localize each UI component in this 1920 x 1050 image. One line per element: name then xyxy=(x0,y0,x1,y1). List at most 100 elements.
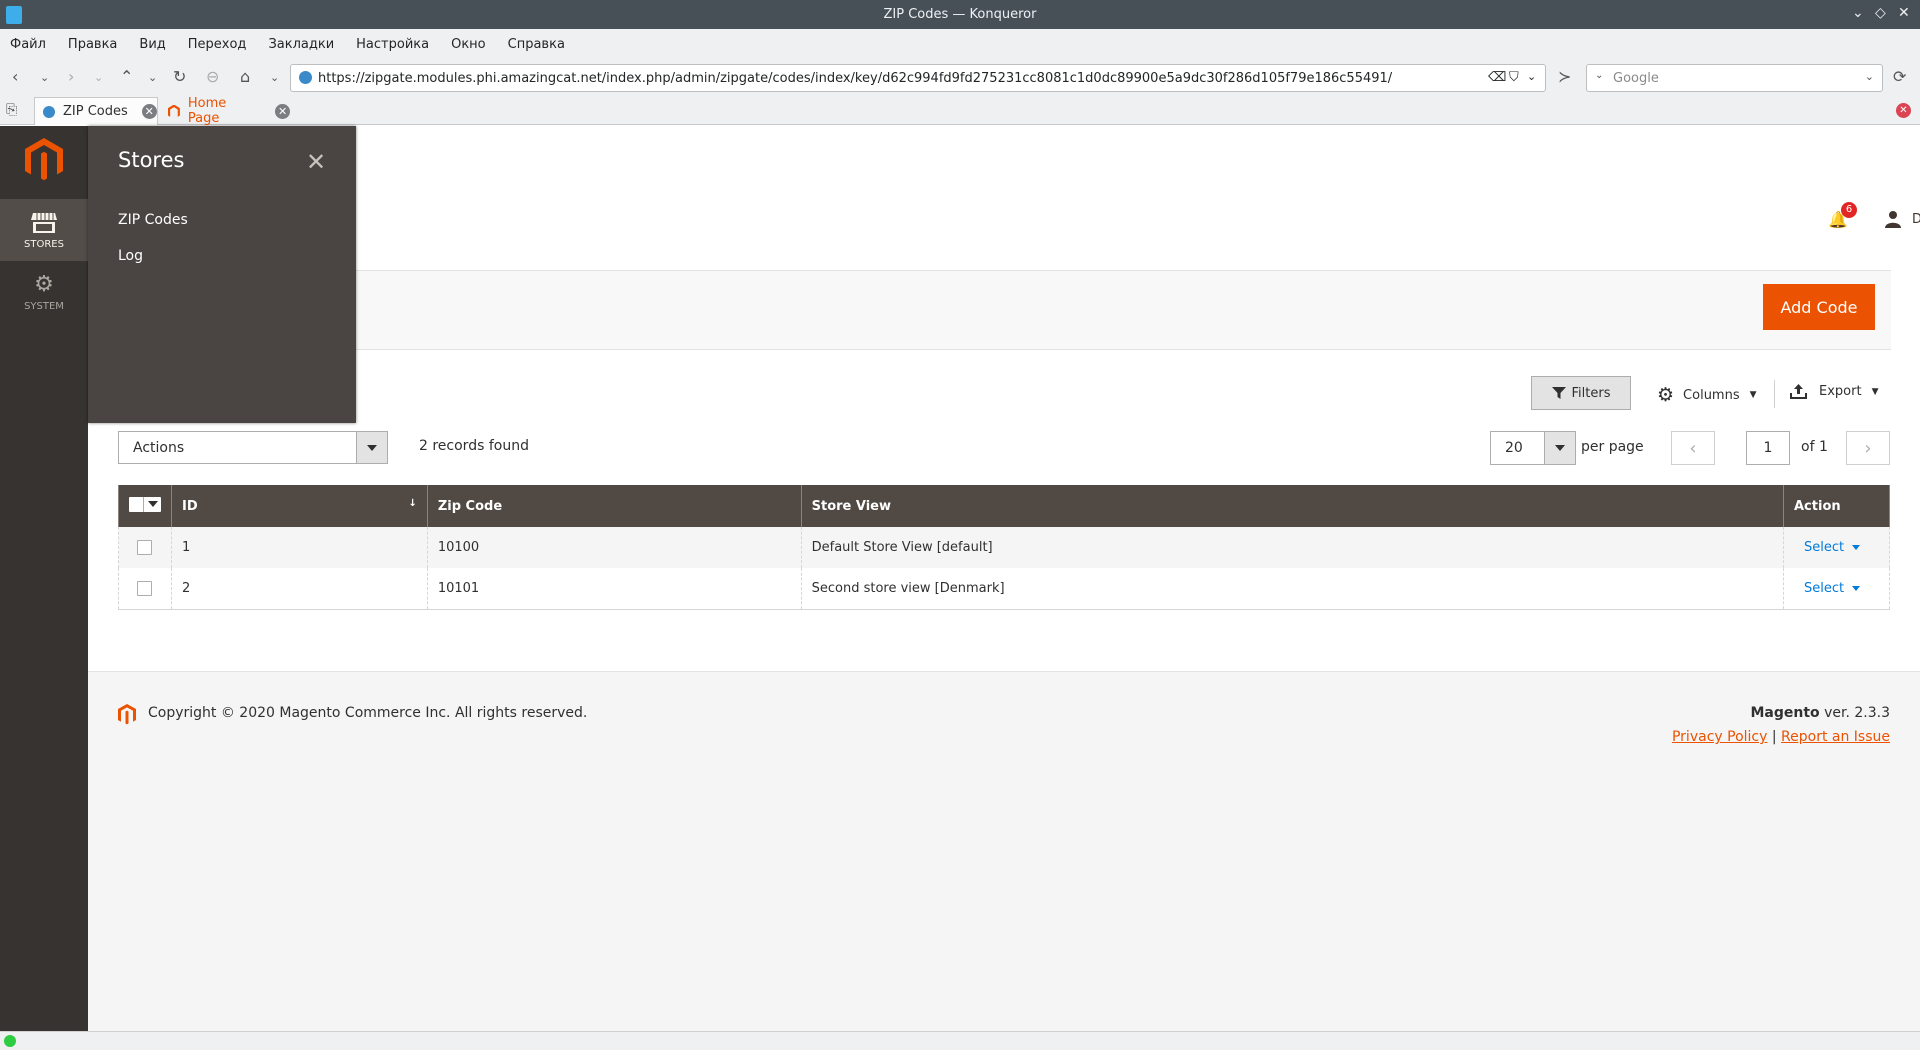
search-engine-icon[interactable]: ⌄ xyxy=(1595,70,1603,81)
select-label: Select xyxy=(1804,540,1845,555)
row-checkbox[interactable] xyxy=(137,580,152,596)
back-history-icon[interactable]: ⌄ xyxy=(40,71,49,84)
sidebar-item-system[interactable]: ⚙ SYSTEM xyxy=(0,261,88,323)
mass-select-checkbox[interactable] xyxy=(129,496,161,512)
header-label: Store View xyxy=(811,498,892,514)
new-tab-icon[interactable]: ⎘ xyxy=(6,102,17,118)
cell-store-view: Second store view [Denmark] xyxy=(800,568,1785,610)
privacy-policy-link[interactable]: Privacy Policy xyxy=(1672,729,1767,745)
close-icon[interactable]: ✕ xyxy=(275,103,290,119)
tab-home-page[interactable]: Home Page ✕ xyxy=(160,96,290,126)
home-history-icon[interactable]: ⌄ xyxy=(270,71,279,84)
go-icon[interactable]: ≻ xyxy=(1558,67,1571,86)
user-menu[interactable]: Demo ▼ xyxy=(1884,210,1920,228)
sidebar-item-label: STORES xyxy=(24,239,64,250)
submenu-item-zip-codes[interactable]: ZIP Codes xyxy=(118,212,188,228)
search-placeholder: Google xyxy=(1613,70,1659,86)
clear-url-icon[interactable]: ⌫ xyxy=(1488,70,1506,85)
cell-store-view: Default Store View [default] xyxy=(800,527,1785,568)
row-checkbox-cell xyxy=(118,527,172,568)
export-icon xyxy=(1790,384,1807,399)
row-checkbox-cell xyxy=(118,568,172,610)
back-icon[interactable]: ‹ xyxy=(12,67,18,86)
mass-actions-select[interactable]: Actions xyxy=(118,431,388,464)
caret-down-icon xyxy=(1852,545,1861,550)
table-row: 2 10101 Second store view [Denmark] Sele… xyxy=(118,568,1890,610)
store-icon xyxy=(31,213,57,233)
row-action-select[interactable]: Select xyxy=(1804,540,1861,555)
filter-icon xyxy=(1551,387,1566,399)
menu-edit[interactable]: Правка xyxy=(68,37,117,52)
window-title: ZIP Codes — Konqueror xyxy=(883,7,1037,22)
url-text[interactable]: https://zipgate.modules.phi.amazingcat.n… xyxy=(318,71,1392,86)
menu-settings[interactable]: Настройка xyxy=(356,37,429,52)
stop-icon[interactable]: ⊖ xyxy=(206,67,219,86)
menu-file[interactable]: Файл xyxy=(10,37,46,52)
tab-label: ZIP Codes xyxy=(63,104,128,119)
url-bar[interactable]: https://zipgate.modules.phi.amazingcat.n… xyxy=(290,64,1546,92)
columns-dropdown[interactable]: ⚙ Columns ▼ xyxy=(1657,384,1757,406)
column-header-id[interactable]: ID ↓ xyxy=(171,485,428,527)
menu-go[interactable]: Переход xyxy=(188,37,247,52)
header-label: ID xyxy=(182,498,198,514)
chevron-down-icon[interactable]: ⌄ xyxy=(1852,5,1864,21)
select-arrow[interactable] xyxy=(1544,432,1575,464)
filters-button[interactable]: Filters xyxy=(1531,376,1631,410)
column-header-action: Action xyxy=(1783,485,1890,527)
close-icon[interactable]: ✕ xyxy=(306,148,326,176)
close-icon[interactable]: ✕ xyxy=(1898,5,1910,21)
maximize-icon[interactable]: ◇ xyxy=(1875,5,1886,21)
mass-select-header[interactable] xyxy=(118,485,172,527)
search-field[interactable]: ⌄ Google ⌄ xyxy=(1586,64,1883,92)
columns-label: Columns xyxy=(1683,387,1740,403)
chevron-down-icon[interactable]: ⌄ xyxy=(1527,70,1536,83)
status-bar xyxy=(0,1031,1920,1050)
row-checkbox[interactable] xyxy=(137,540,152,555)
tab-zip-codes[interactable]: ZIP Codes ✕ xyxy=(34,97,158,125)
notifications-bell[interactable]: 🔔 6 xyxy=(1828,202,1857,232)
page-actions-bar xyxy=(88,270,1891,350)
link-separator: | xyxy=(1771,729,1777,745)
row-action-select[interactable]: Select xyxy=(1804,580,1861,596)
caret-down-icon xyxy=(1852,585,1861,591)
menu-help[interactable]: Справка xyxy=(508,37,565,52)
close-tab-icon[interactable]: ✕ xyxy=(1896,103,1911,118)
sidebar-item-label: SYSTEM xyxy=(24,301,64,312)
per-page-select[interactable]: 20 xyxy=(1490,431,1576,465)
column-header-store-view[interactable]: Store View xyxy=(800,485,1785,527)
sidebar-item-stores[interactable]: STORES xyxy=(0,199,88,261)
report-issue-link[interactable]: Report an Issue xyxy=(1781,729,1890,745)
chevron-right-icon: › xyxy=(1864,437,1872,459)
forward-icon[interactable]: › xyxy=(68,67,74,86)
export-dropdown[interactable]: Export ▼ xyxy=(1790,384,1878,399)
chevron-left-icon: ‹ xyxy=(1689,437,1697,459)
select-arrow[interactable] xyxy=(356,432,387,463)
table-row: 1 10100 Default Store View [default] Sel… xyxy=(118,527,1890,568)
menu-window[interactable]: Окно xyxy=(451,37,486,52)
chevron-down-icon[interactable]: ⌄ xyxy=(1865,70,1874,83)
up-history-icon[interactable]: ⌄ xyxy=(148,71,157,84)
up-icon[interactable]: ⌃ xyxy=(120,67,133,86)
menu-view[interactable]: Вид xyxy=(139,37,165,52)
forward-history-icon[interactable]: ⌄ xyxy=(94,71,103,84)
connection-status-icon xyxy=(4,1035,16,1047)
select-label: Select xyxy=(1804,580,1845,596)
add-code-button[interactable]: Add Code xyxy=(1763,284,1875,330)
home-icon[interactable]: ⌂ xyxy=(240,67,250,86)
column-header-zip-code[interactable]: Zip Code xyxy=(426,485,802,527)
cell-action: Select xyxy=(1783,527,1890,568)
previous-page-button[interactable]: ‹ xyxy=(1671,431,1715,465)
site-globe-icon xyxy=(299,71,312,84)
tab-label: Home Page xyxy=(187,96,227,126)
page-number-input[interactable]: 1 xyxy=(1746,431,1790,465)
reload-icon[interactable]: ↻ xyxy=(173,67,186,86)
menu-bookmarks[interactable]: Закладки xyxy=(268,37,334,52)
shield-icon[interactable]: ⛉ xyxy=(1509,70,1519,85)
submenu-item-log[interactable]: Log xyxy=(118,248,143,264)
refresh-search-icon[interactable]: ⟳ xyxy=(1893,67,1906,86)
cell-id: 2 xyxy=(171,568,428,610)
caret-down-icon: ▼ xyxy=(1871,386,1879,397)
magento-logo-icon[interactable] xyxy=(25,138,63,182)
next-page-button[interactable]: › xyxy=(1846,431,1890,465)
close-icon[interactable]: ✕ xyxy=(141,104,157,119)
